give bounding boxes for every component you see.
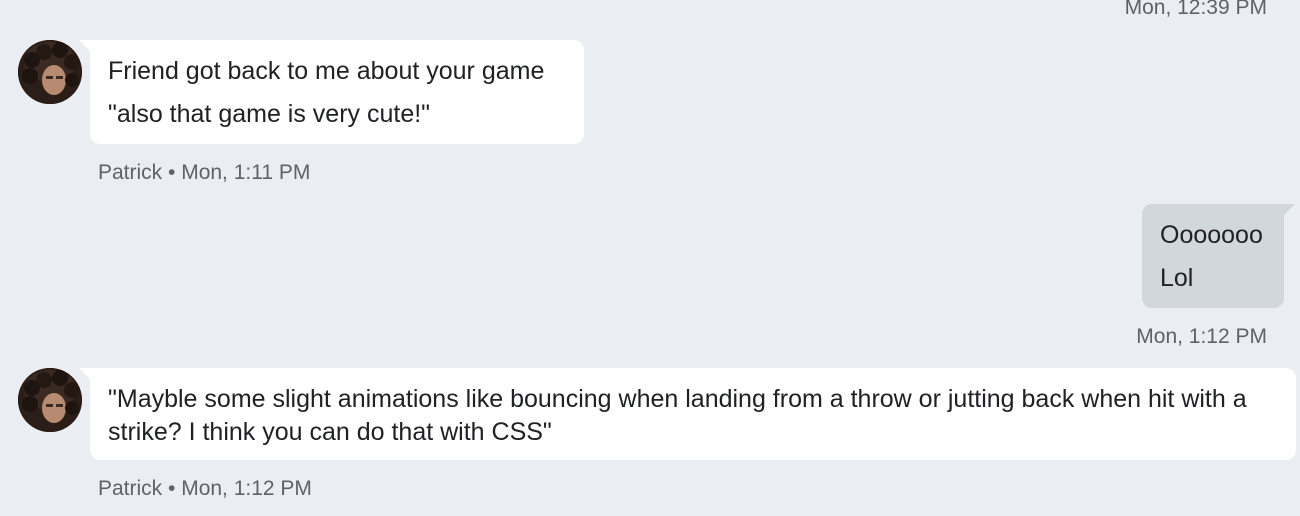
- message-text: Lol: [1160, 264, 1194, 292]
- bubble-tail: [1283, 204, 1295, 216]
- message-meta: Mon, 1:12 PM: [1136, 325, 1267, 348]
- message-text: Friend got back to me about your game: [108, 57, 545, 85]
- avatar-photo-icon: [18, 40, 82, 104]
- message-text: "Mayble some slight animations like boun…: [108, 385, 1247, 446]
- avatar[interactable]: [18, 368, 82, 432]
- message-bubble[interactable]: Ooooooo Lol: [1142, 204, 1284, 308]
- message-timestamp: Mon, 12:39 PM: [1124, 0, 1267, 19]
- message-meta: Patrick • Mon, 1:11 PM: [98, 161, 311, 184]
- avatar[interactable]: [18, 40, 82, 104]
- message-bubble[interactable]: "Mayble some slight animations like boun…: [90, 368, 1296, 460]
- avatar-photo-icon: [18, 368, 82, 432]
- message-text: "also that game is very cute!": [108, 100, 431, 128]
- message-bubble[interactable]: Friend got back to me about your game "a…: [90, 40, 584, 144]
- message-text: Ooooooo: [1160, 221, 1263, 249]
- message-meta: Patrick • Mon, 1:12 PM: [98, 477, 312, 500]
